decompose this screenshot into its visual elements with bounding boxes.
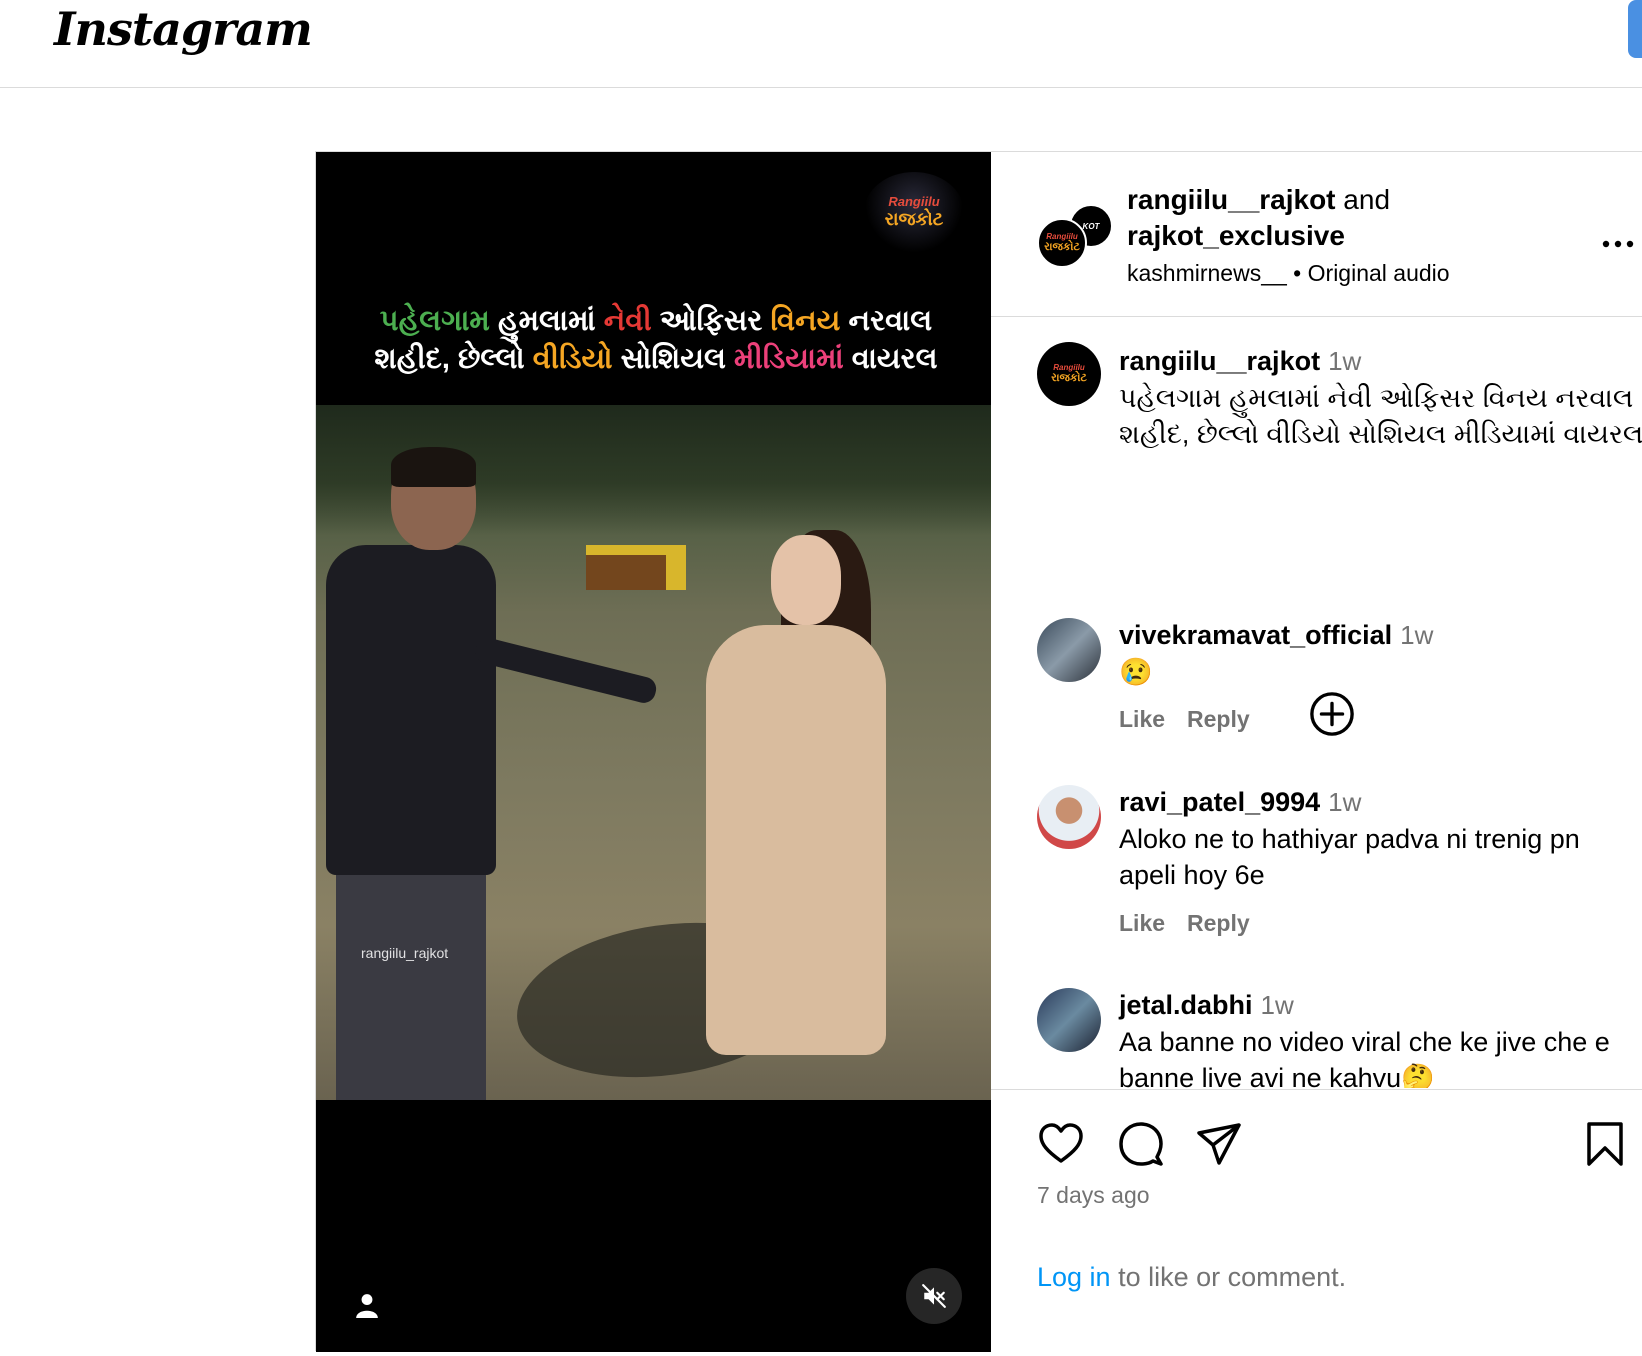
collab-avatar-front[interactable]: Rangiilu રાજકોટ: [1037, 218, 1087, 268]
comment-time: 1w: [1400, 620, 1434, 650]
collaborator-username[interactable]: rajkot_exclusive: [1127, 220, 1345, 251]
video-headline: પહેલગામ હુમલામાં નેવી ઓફિસર વિનય નરવાલ શ…: [336, 302, 976, 378]
and-text: and: [1335, 184, 1391, 215]
video-frame: rangiilu_rajkot: [316, 405, 991, 1100]
audio-label[interactable]: Original audio: [1308, 260, 1450, 286]
load-more-comments-icon[interactable]: [1309, 691, 1355, 737]
login-prompt-text: to like or comment.: [1110, 1262, 1347, 1292]
post-time-ago[interactable]: 7 days ago: [1037, 1182, 1150, 1209]
comment-actions: Like Reply: [1119, 706, 1272, 733]
separator-dot: •: [1286, 260, 1308, 286]
man-hair: [391, 447, 476, 487]
reply-comment-button[interactable]: Reply: [1187, 910, 1250, 936]
headline-part: વીડિયો: [532, 343, 613, 375]
avatar-text: Rangiilu: [1046, 232, 1078, 241]
headline-part: નરવાલ: [840, 305, 933, 337]
reply-comment-button[interactable]: Reply: [1187, 706, 1250, 732]
comment-icon[interactable]: [1117, 1120, 1165, 1168]
caption-avatar[interactable]: Rangiilu રાજકોટ: [1037, 342, 1101, 406]
post-header: KOT Rangiilu રાજકોટ rangiilu__rajkot and…: [991, 152, 1642, 317]
instagram-logo[interactable]: Instagram: [54, 2, 313, 56]
audio-line: kashmirnews__ • Original audio: [1127, 258, 1450, 288]
comments-section[interactable]: Rangiilu રાજકોટ rangiilu__rajkot 1w પહેલગ…: [991, 318, 1642, 1088]
heart-icon[interactable]: [1037, 1120, 1085, 1168]
comment-username-line: vivekramavat_official 1w: [1119, 618, 1433, 652]
brand-badge-bottom-text: રાજકોટ: [884, 209, 944, 229]
comment-text: Aa banne no video viral che ke jive che …: [1119, 1027, 1610, 1088]
caption-text: પહેલગામ હુમલામાં નેવી ઓફિસર વિનય નરવાલ શ…: [1119, 383, 1642, 449]
headline-part: વિનય: [770, 305, 841, 337]
headline-part: શહીદ, છેલ્લો: [374, 343, 533, 375]
like-comment-button[interactable]: Like: [1119, 706, 1165, 732]
comment-username-line: jetal.dabhi 1w: [1119, 988, 1294, 1022]
avatar-text: રાજકોટ: [1044, 241, 1080, 253]
comment-username[interactable]: jetal.dabhi: [1119, 990, 1253, 1020]
brand-badge: Rangiilu રાજકોટ: [864, 172, 964, 252]
headline-part: ઓફિસર: [651, 305, 771, 337]
top-nav-bar: Instagram: [0, 0, 1642, 88]
man-legs: [336, 865, 486, 1100]
headline-part: નેવી: [603, 305, 652, 337]
top-right-button[interactable]: [1628, 0, 1642, 58]
headline-part: હુમલામાં: [489, 305, 604, 337]
headline-part: પહેલગામ: [379, 305, 490, 337]
caption-username[interactable]: rangiilu__rajkot: [1119, 346, 1320, 376]
commenter-avatar[interactable]: [1037, 618, 1101, 682]
avatar-text: Rangiilu: [1053, 363, 1085, 372]
post-container: Rangiilu રાજકોટ પહેલગામ હુમલામાં નેવી ઓફ…: [315, 151, 1642, 1352]
commenter-avatar[interactable]: [1037, 988, 1101, 1052]
user-tag-icon[interactable]: [354, 1292, 380, 1318]
comment-username[interactable]: ravi_patel_9994: [1119, 787, 1320, 817]
like-comment-button[interactable]: Like: [1119, 910, 1165, 936]
caption-time: 1w: [1328, 346, 1362, 376]
muted-speaker-icon: [922, 1284, 946, 1308]
post-actions-bar: 7 days ago Log in to like or comment.: [991, 1089, 1642, 1352]
man-arm: [472, 635, 659, 706]
author-username[interactable]: rangiilu__rajkot: [1127, 184, 1336, 215]
bookmark-icon[interactable]: [1581, 1120, 1629, 1168]
comment-username-line: ravi_patel_9994 1w: [1119, 785, 1361, 819]
mute-button[interactable]: [906, 1268, 962, 1324]
share-icon[interactable]: [1195, 1120, 1243, 1168]
man-figure: [326, 545, 496, 875]
avatar-text: KOT: [1082, 221, 1100, 231]
commenter-avatar[interactable]: [1037, 785, 1101, 849]
login-link[interactable]: Log in: [1037, 1262, 1111, 1292]
login-prompt: Log in to like or comment.: [1037, 1262, 1346, 1293]
woman-figure: [706, 625, 886, 1055]
post-side-panel: KOT Rangiilu રાજકોટ rangiilu__rajkot and…: [991, 152, 1642, 1352]
caption-username-line: rangiilu__rajkot 1w: [1119, 344, 1361, 378]
comment-time: 1w: [1328, 787, 1362, 817]
audio-source-user[interactable]: kashmirnews__: [1127, 260, 1287, 286]
post-media[interactable]: Rangiilu રાજકોટ પહેલગામ હુમલામાં નેવી ઓફ…: [316, 152, 991, 1352]
more-options-button[interactable]: [1601, 224, 1635, 256]
comment-username[interactable]: vivekramavat_official: [1119, 620, 1392, 650]
woman-head: [771, 535, 841, 625]
comment-actions: Like Reply: [1119, 910, 1272, 937]
header-line-1: rangiilu__rajkot and: [1127, 182, 1390, 218]
video-watermark: rangiilu_rajkot: [361, 945, 449, 961]
comment-text: 😢: [1119, 657, 1153, 687]
comment-text: Aloko ne to hathiyar padva ni trenig pn …: [1119, 824, 1580, 890]
stall-interior: [586, 555, 666, 590]
headline-part: સોશિયલ: [612, 343, 735, 375]
headline-part: મીડિયામાં: [734, 343, 844, 375]
headline-part: વાયરલ: [843, 343, 938, 375]
avatar-text: રાજકોટ: [1051, 372, 1087, 384]
comment-time: 1w: [1260, 990, 1294, 1020]
header-line-2: rajkot_exclusive: [1127, 218, 1345, 254]
more-dots-icon: [1602, 240, 1634, 248]
brand-badge-top-text: Rangiilu: [888, 194, 940, 209]
